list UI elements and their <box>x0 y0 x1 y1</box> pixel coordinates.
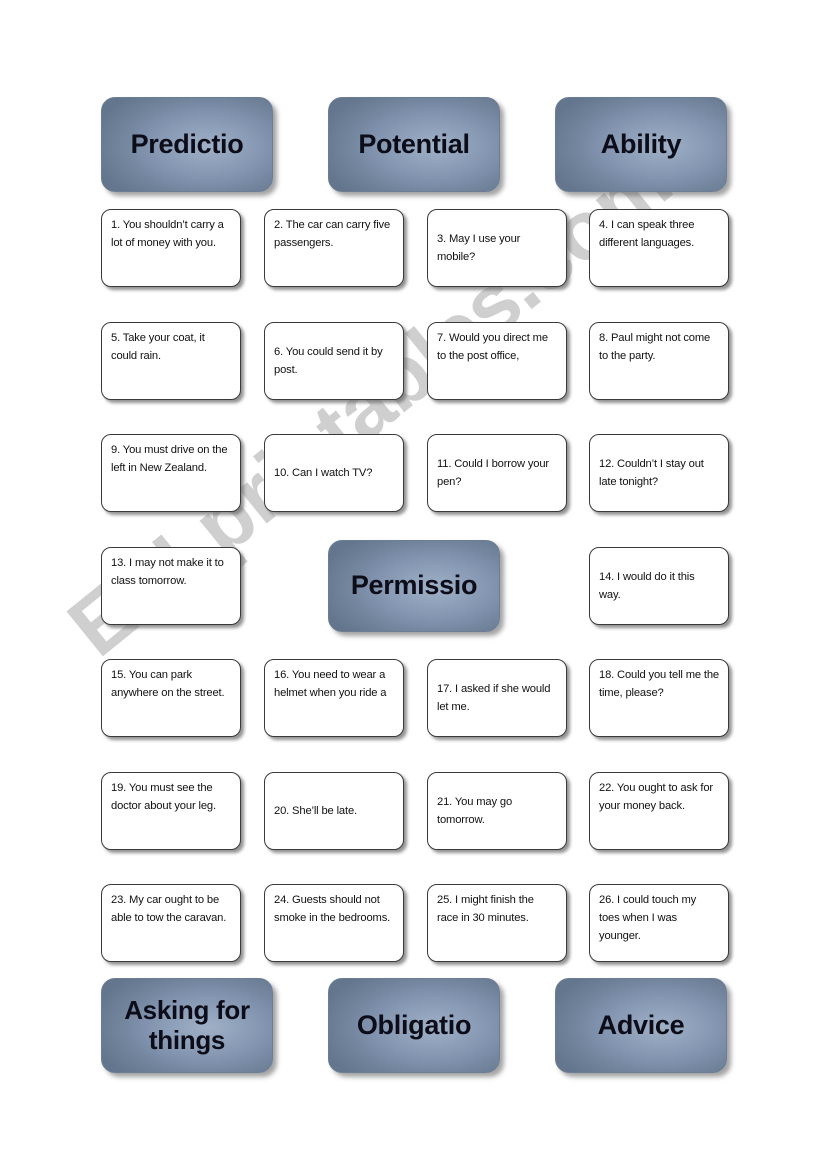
category-label: Obligatio <box>356 1009 472 1040</box>
category-card-asking-for-things[interactable]: Asking for things <box>101 978 273 1073</box>
item-text: 12. Couldn’t I stay out late tonight? <box>599 457 704 488</box>
item-text: 10. Can I watch TV? <box>274 466 373 479</box>
category-card-potential[interactable]: Potential <box>328 97 500 192</box>
item-text: 17. I asked if she would let me. <box>437 682 551 713</box>
item-card[interactable]: 7. Would you direct me to the post offic… <box>427 322 567 400</box>
item-text: 24. Guests should not smoke in the bedro… <box>274 894 391 925</box>
item-text: 2. The car can carry five passengers. <box>274 219 391 250</box>
category-label: Potential <box>358 128 470 159</box>
item-card[interactable]: 8. Paul might not come to the party. <box>589 322 729 400</box>
category-card-obligation[interactable]: Obligatio <box>328 978 500 1073</box>
item-text: 6. You could send it by post. <box>274 345 383 376</box>
item-text: 16. You need to wear a helmet when you r… <box>274 669 387 700</box>
item-text: 8. Paul might not come to the party. <box>599 332 711 363</box>
item-card[interactable]: 16. You need to wear a helmet when you r… <box>264 659 404 737</box>
item-card[interactable]: 12. Couldn’t I stay out late tonight? <box>589 434 729 512</box>
category-card-permission[interactable]: Permissio <box>328 540 500 632</box>
item-card[interactable]: 14. I would do it this way. <box>589 547 729 625</box>
item-text: 15. You can park anywhere on the street. <box>111 669 225 700</box>
item-card[interactable]: 11. Could I borrow your pen? <box>427 434 567 512</box>
item-text: 14. I would do it this way. <box>599 570 695 601</box>
category-card-advice[interactable]: Advice <box>555 978 727 1073</box>
item-text: 22. You ought to ask for your money back… <box>599 782 713 813</box>
item-text: 19. You must see the doctor about your l… <box>111 782 216 813</box>
item-card[interactable]: 10. Can I watch TV? <box>264 434 404 512</box>
item-card[interactable]: 3. May I use your mobile? <box>427 209 567 287</box>
item-card[interactable]: 6. You could send it by post. <box>264 322 404 400</box>
item-text: 1. You shouldn’t carry a lot of money wi… <box>111 219 224 250</box>
item-card[interactable]: 25. I might finish the race in 30 minute… <box>427 884 567 962</box>
item-card[interactable]: 21. You may go tomorrow. <box>427 772 567 850</box>
item-text: 9. You must drive on the left in New Zea… <box>111 444 228 475</box>
item-text: 23. My car ought to be able to tow the c… <box>111 894 227 925</box>
category-label: Asking for things <box>124 995 250 1055</box>
item-card[interactable]: 26. I could touch my toes when I was you… <box>589 884 729 962</box>
category-label: Predictio <box>130 128 244 159</box>
item-text: 26. I could touch my toes when I was you… <box>599 894 697 943</box>
item-text: 3. May I use your mobile? <box>437 232 521 263</box>
item-card[interactable]: 20. She’ll be late. <box>264 772 404 850</box>
category-card-prediction[interactable]: Predictio <box>101 97 273 192</box>
category-label: Ability <box>600 128 682 159</box>
item-card[interactable]: 23. My car ought to be able to tow the c… <box>101 884 241 962</box>
item-text: 5. Take your coat, it could rain. <box>111 332 205 363</box>
item-card[interactable]: 1. You shouldn’t carry a lot of money wi… <box>101 209 241 287</box>
category-label: Permissio <box>350 570 478 601</box>
item-card[interactable]: 15. You can park anywhere on the street. <box>101 659 241 737</box>
item-card[interactable]: 13. I may not make it to class tomorrow. <box>101 547 241 625</box>
item-text: 11. Could I borrow your pen? <box>437 457 550 488</box>
worksheet-sheet: ESLprintables.com Predictio Potential Ab… <box>0 0 821 1169</box>
item-card[interactable]: 24. Guests should not smoke in the bedro… <box>264 884 404 962</box>
item-card[interactable]: 18. Could you tell me the time, please? <box>589 659 729 737</box>
item-text: 13. I may not make it to class tomorrow. <box>111 557 224 588</box>
item-card[interactable]: 2. The car can carry five passengers. <box>264 209 404 287</box>
item-text: 4. I can speak three different languages… <box>599 219 695 250</box>
category-label: Advice <box>597 1009 685 1040</box>
item-text: 18. Could you tell me the time, please? <box>599 669 720 700</box>
item-card[interactable]: 5. Take your coat, it could rain. <box>101 322 241 400</box>
item-card[interactable]: 22. You ought to ask for your money back… <box>589 772 729 850</box>
item-text: 7. Would you direct me to the post offic… <box>437 332 548 363</box>
item-text: 21. You may go tomorrow. <box>437 795 513 826</box>
category-card-ability[interactable]: Ability <box>555 97 727 192</box>
item-card[interactable]: 9. You must drive on the left in New Zea… <box>101 434 241 512</box>
item-text: 25. I might finish the race in 30 minute… <box>437 894 534 925</box>
item-card[interactable]: 17. I asked if she would let me. <box>427 659 567 737</box>
item-card[interactable]: 19. You must see the doctor about your l… <box>101 772 241 850</box>
item-text: 20. She’ll be late. <box>274 804 357 817</box>
item-card[interactable]: 4. I can speak three different languages… <box>589 209 729 287</box>
